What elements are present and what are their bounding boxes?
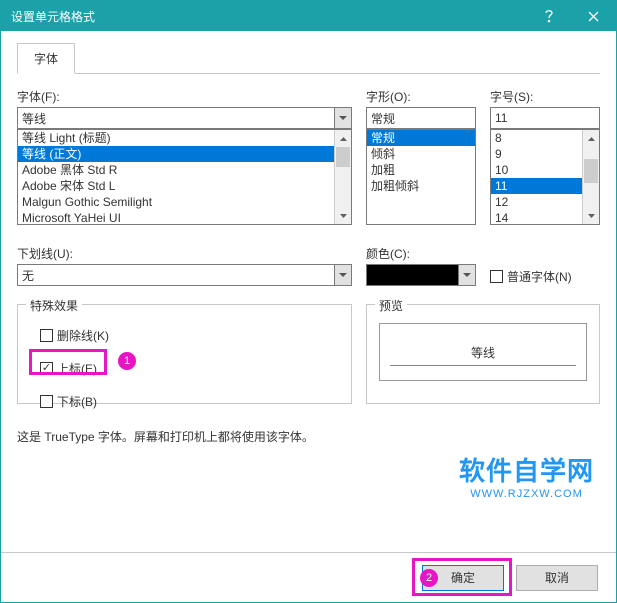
size-label: 字号(S): <box>490 88 600 105</box>
color-label: 颜色(C): <box>366 245 476 262</box>
list-item[interactable]: 加粗倾斜 <box>367 178 475 194</box>
font-input-combo[interactable]: 等线 <box>17 107 352 129</box>
annotation-highlight-1 <box>29 349 107 375</box>
size-input[interactable]: 11 <box>490 107 600 129</box>
annotation-badge-1: 1 <box>118 352 136 370</box>
list-item[interactable]: 倾斜 <box>367 146 475 162</box>
strikethrough-label: 删除线(K) <box>57 327 109 344</box>
preview-text: 等线 <box>471 344 495 361</box>
chevron-down-icon[interactable] <box>458 264 476 286</box>
dialog-footer: 2 确定 取消 <box>1 552 616 602</box>
titlebar: 设置单元格格式 <box>1 1 616 31</box>
font-listbox[interactable]: 等线 Light (标题) 等线 (正文) Adobe 黑体 Std R Ado… <box>17 129 352 225</box>
annotation-badge-2: 2 <box>420 569 438 587</box>
cancel-button[interactable]: 取消 <box>516 565 598 591</box>
scroll-up-icon[interactable] <box>583 130 599 147</box>
list-item[interactable]: 加粗 <box>367 162 475 178</box>
list-item[interactable]: Malgun Gothic Semilight <box>18 194 334 210</box>
style-listbox[interactable]: 常规 倾斜 加粗 加粗倾斜 <box>366 129 476 225</box>
style-label: 字形(O): <box>366 88 476 105</box>
scrollbar[interactable] <box>582 130 599 224</box>
font-input[interactable]: 等线 <box>17 107 334 129</box>
underline-value[interactable]: 无 <box>17 264 334 286</box>
watermark-big: 软件自学网 <box>459 451 594 488</box>
help-button[interactable] <box>526 1 571 31</box>
tabs: 字体 <box>17 43 600 74</box>
scroll-thumb[interactable] <box>584 159 598 183</box>
dialog-title: 设置单元格格式 <box>11 8 526 25</box>
list-item[interactable]: Adobe 黑体 Std R <box>18 162 334 178</box>
chevron-down-icon[interactable] <box>334 107 352 129</box>
tab-font[interactable]: 字体 <box>17 43 75 74</box>
watermark-small: WWW.RJZXW.COM <box>459 488 594 500</box>
preview-box: 等线 <box>379 323 587 381</box>
chevron-down-icon[interactable] <box>334 264 352 286</box>
list-item[interactable]: 常规 <box>367 130 475 146</box>
scroll-down-icon[interactable] <box>583 207 599 224</box>
preview-group: 预览 等线 <box>366 304 600 404</box>
style-input[interactable]: 常规 <box>366 107 476 129</box>
color-dropdown[interactable] <box>366 264 476 286</box>
watermark: 软件自学网 WWW.RJZXW.COM <box>459 451 594 500</box>
subscript-checkbox[interactable]: 下标(B) <box>40 393 339 410</box>
list-item[interactable]: 11 <box>491 178 582 194</box>
checkbox-icon <box>490 270 503 283</box>
scroll-thumb[interactable] <box>336 147 350 167</box>
list-item[interactable]: 等线 (正文) <box>18 146 334 162</box>
normal-font-label: 普通字体(N) <box>507 268 572 285</box>
list-item[interactable]: 9 <box>491 146 582 162</box>
scroll-down-icon[interactable] <box>335 207 351 224</box>
strikethrough-checkbox[interactable]: 删除线(K) <box>40 327 339 344</box>
scrollbar[interactable] <box>334 130 351 224</box>
effects-group: 特殊效果 删除线(K) 上标(E) 1 下标(B) <box>17 304 352 404</box>
checkbox-icon <box>40 395 53 408</box>
normal-font-checkbox[interactable]: 普通字体(N) <box>490 268 572 285</box>
underline-dropdown[interactable]: 无 <box>17 264 352 286</box>
list-item[interactable]: Microsoft YaHei UI <box>18 210 334 224</box>
font-label: 字体(F): <box>17 88 352 105</box>
list-item[interactable]: 8 <box>491 130 582 146</box>
scroll-up-icon[interactable] <box>335 130 351 147</box>
list-item[interactable]: 10 <box>491 162 582 178</box>
list-item[interactable]: 14 <box>491 210 582 224</box>
effects-legend: 特殊效果 <box>26 297 82 314</box>
list-item[interactable]: Adobe 宋体 Std L <box>18 178 334 194</box>
color-swatch[interactable] <box>366 264 458 286</box>
format-cells-dialog: 设置单元格格式 字体 字体(F): 等线 等线 Light (标题) 等线 ( <box>0 0 617 603</box>
font-note: 这是 TrueType 字体。屏幕和打印机上都将使用该字体。 <box>17 428 600 445</box>
close-button[interactable] <box>571 1 616 31</box>
list-item[interactable]: 等线 Light (标题) <box>18 130 334 146</box>
underline-label: 下划线(U): <box>17 245 352 262</box>
size-listbox[interactable]: 8 9 10 11 12 14 <box>490 129 600 225</box>
list-item[interactable]: 12 <box>491 194 582 210</box>
subscript-label: 下标(B) <box>57 393 97 410</box>
checkbox-icon <box>40 329 53 342</box>
preview-legend: 预览 <box>375 297 407 314</box>
